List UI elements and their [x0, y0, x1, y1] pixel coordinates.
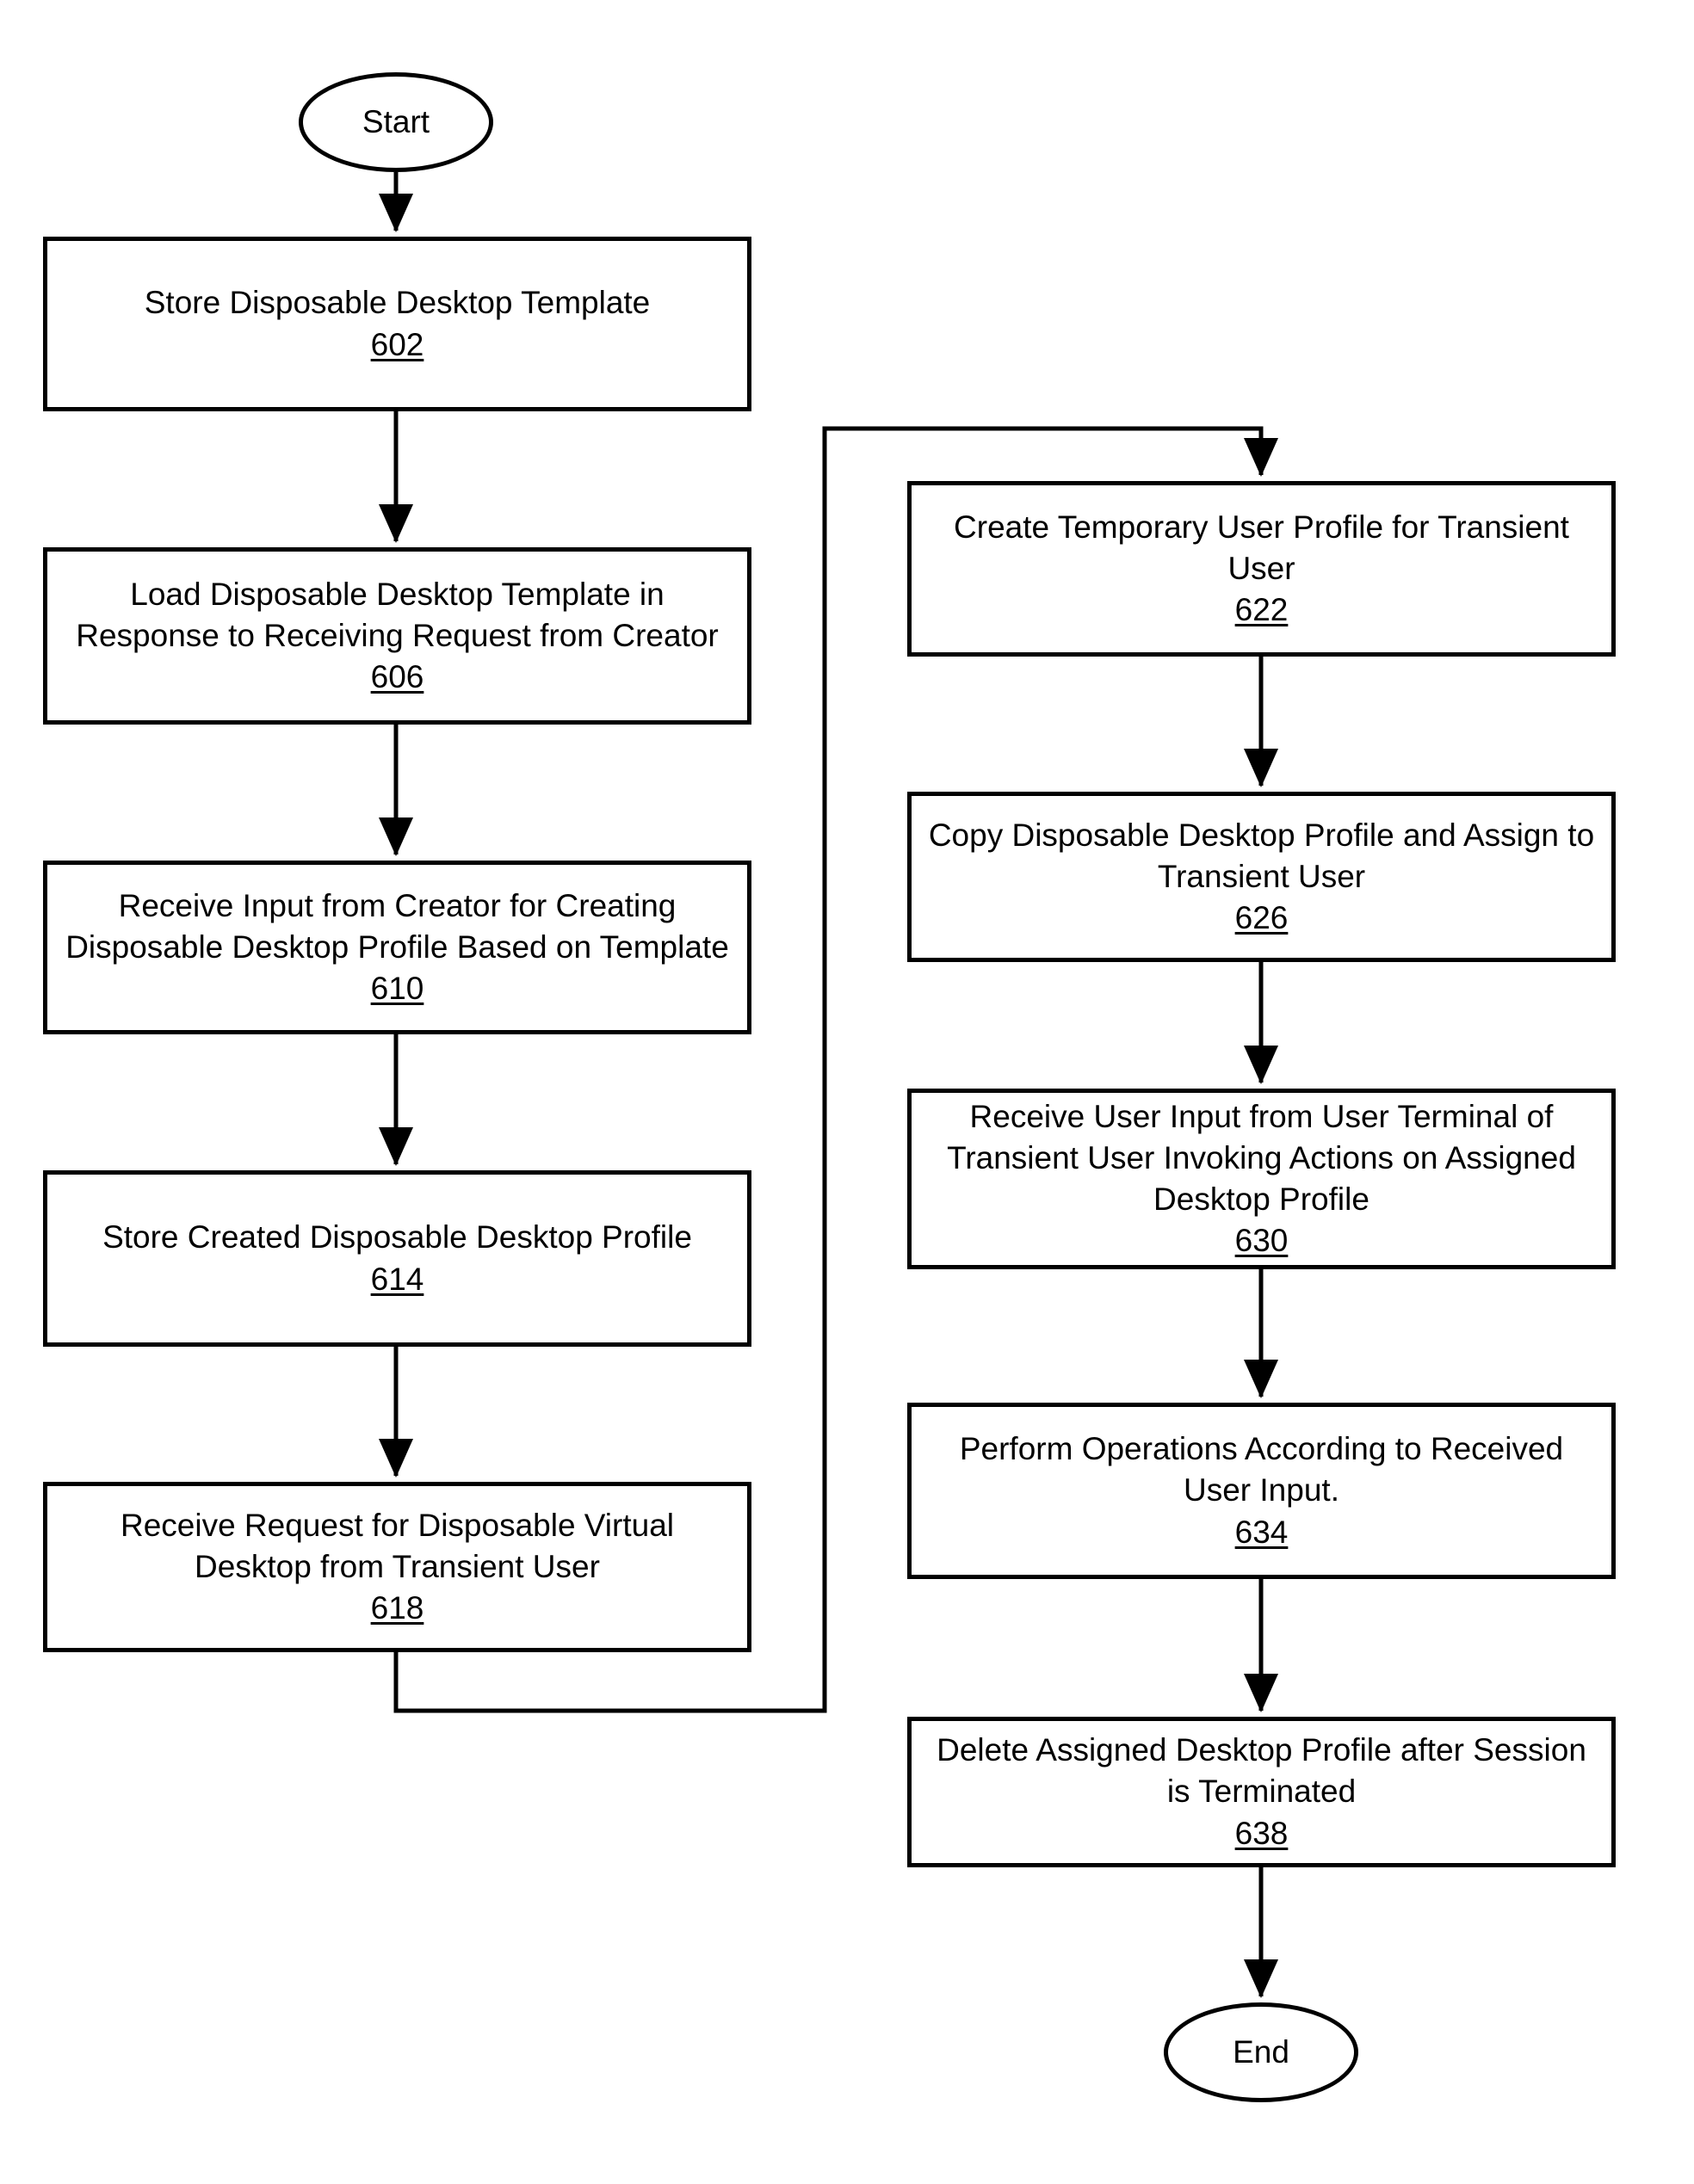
terminator-start-label: Start — [362, 104, 430, 139]
process-node-614-ref: 614 — [370, 1261, 424, 1297]
terminator-end-label: End — [1233, 2034, 1289, 2070]
process-node-610-label: Receive Input from Creator for Creating … — [65, 887, 729, 965]
process-node-614: Store Created Disposable Desktop Profile… — [43, 1170, 751, 1347]
process-node-634-label: Perform Operations According to Received… — [959, 1431, 1564, 1508]
terminator-start: Start — [299, 72, 493, 172]
process-node-630-label: Receive User Input from User Terminal of… — [947, 1098, 1576, 1217]
process-node-626: Copy Disposable Desktop Profile and Assi… — [907, 792, 1616, 962]
process-node-602-label: Store Disposable Desktop Template — [144, 285, 651, 321]
process-node-622-label: Create Temporary User Profile for Transi… — [954, 509, 1569, 586]
process-node-622-ref: 622 — [1234, 592, 1289, 628]
flowchart-page: Start Store Disposable Desktop Template … — [0, 0, 1694, 2184]
process-node-606-label: Load Disposable Desktop Template in Resp… — [76, 576, 719, 653]
process-node-614-label: Store Created Disposable Desktop Profile — [102, 1219, 692, 1255]
process-node-610-ref: 610 — [370, 971, 424, 1007]
process-node-618-ref: 618 — [370, 1590, 424, 1626]
process-node-626-ref: 626 — [1234, 900, 1289, 936]
process-node-634-ref: 634 — [1234, 1514, 1289, 1550]
process-node-606: Load Disposable Desktop Template in Resp… — [43, 547, 751, 725]
process-node-638-label: Delete Assigned Desktop Profile after Se… — [937, 1732, 1586, 1810]
process-node-622: Create Temporary User Profile for Transi… — [907, 481, 1616, 657]
process-node-638-ref: 638 — [1234, 1815, 1289, 1851]
process-node-630: Receive User Input from User Terminal of… — [907, 1089, 1616, 1269]
terminator-end: End — [1164, 2002, 1358, 2102]
process-node-618-label: Receive Request for Disposable Virtual D… — [120, 1507, 675, 1584]
process-node-602-ref: 602 — [370, 326, 424, 362]
process-node-626-label: Copy Disposable Desktop Profile and Assi… — [928, 817, 1595, 894]
process-node-602: Store Disposable Desktop Template 602 — [43, 237, 751, 411]
process-node-630-ref: 630 — [1234, 1223, 1289, 1259]
process-node-606-ref: 606 — [370, 659, 424, 695]
process-node-638: Delete Assigned Desktop Profile after Se… — [907, 1717, 1616, 1867]
process-node-634: Perform Operations According to Received… — [907, 1403, 1616, 1579]
process-node-618: Receive Request for Disposable Virtual D… — [43, 1482, 751, 1652]
process-node-610: Receive Input from Creator for Creating … — [43, 861, 751, 1034]
